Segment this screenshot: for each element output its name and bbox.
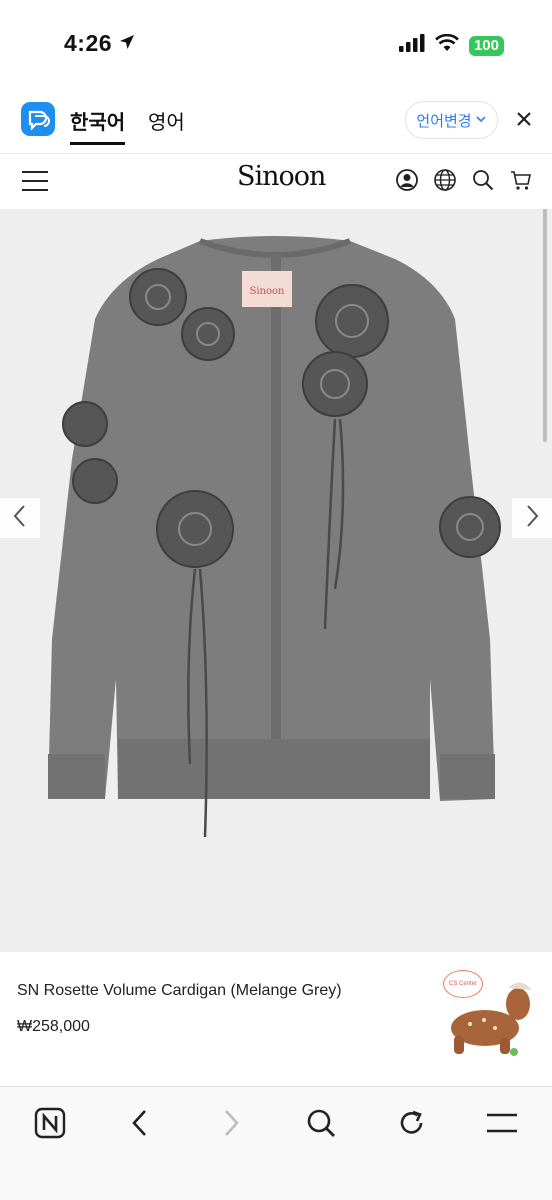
back-icon[interactable] bbox=[122, 1105, 158, 1141]
user-icon[interactable] bbox=[396, 169, 418, 191]
cart-icon[interactable] bbox=[510, 169, 532, 191]
prev-image-button[interactable] bbox=[0, 498, 40, 538]
cs-center-widget[interactable]: CS Center bbox=[440, 966, 540, 1061]
search-icon[interactable] bbox=[472, 169, 494, 191]
tab-english[interactable]: 영어 bbox=[148, 106, 185, 135]
product-price: ₩258,000 bbox=[17, 1018, 90, 1035]
status-time: 4:26 bbox=[64, 30, 136, 57]
close-icon[interactable] bbox=[512, 107, 536, 131]
chevron-left-icon bbox=[10, 503, 30, 534]
change-language-button[interactable]: 언어변경 bbox=[405, 101, 498, 139]
cs-center-bubble: CS Center bbox=[443, 970, 483, 998]
chevron-right-icon bbox=[522, 503, 542, 534]
change-language-label: 언어변경 bbox=[416, 112, 472, 130]
forward-icon[interactable] bbox=[213, 1105, 249, 1141]
garment-label: Sinoon bbox=[250, 286, 286, 297]
refresh-icon[interactable] bbox=[394, 1105, 430, 1141]
naver-home-icon[interactable] bbox=[32, 1105, 68, 1141]
status-icons: 100 bbox=[398, 33, 504, 57]
scrollbar[interactable] bbox=[543, 209, 547, 442]
tab-korean[interactable]: 한국어 bbox=[70, 106, 126, 145]
translate-app-icon[interactable] bbox=[21, 102, 55, 136]
time-text: 4:26 bbox=[64, 30, 113, 56]
product-info: SN Rosette Volume Cardigan (Melange Grey… bbox=[0, 952, 552, 1086]
wifi-icon bbox=[435, 33, 459, 57]
brand-logo[interactable]: Sinoon bbox=[237, 161, 326, 192]
product-image[interactable]: Sinoon bbox=[0, 209, 552, 952]
status-bar: 4:26 100 bbox=[0, 0, 552, 90]
browser-toolbar bbox=[0, 1086, 552, 1200]
hamburger-menu-icon[interactable] bbox=[20, 169, 50, 193]
cardigan-illustration: Sinoon bbox=[48, 236, 501, 838]
signal-icon bbox=[398, 34, 425, 57]
search-icon[interactable] bbox=[303, 1105, 339, 1141]
header-icons bbox=[396, 169, 532, 191]
translate-bar: 한국어 영어 언어변경 bbox=[0, 90, 552, 154]
chevron-down-icon bbox=[475, 112, 487, 129]
site-header: Sinoon bbox=[0, 155, 552, 209]
product-name[interactable]: SN Rosette Volume Cardigan (Melange Grey… bbox=[17, 982, 342, 1000]
globe-icon[interactable] bbox=[434, 169, 456, 191]
battery-icon: 100 bbox=[468, 35, 504, 56]
location-arrow-icon bbox=[118, 30, 136, 57]
menu-icon[interactable] bbox=[484, 1105, 520, 1141]
next-image-button[interactable] bbox=[512, 498, 552, 538]
